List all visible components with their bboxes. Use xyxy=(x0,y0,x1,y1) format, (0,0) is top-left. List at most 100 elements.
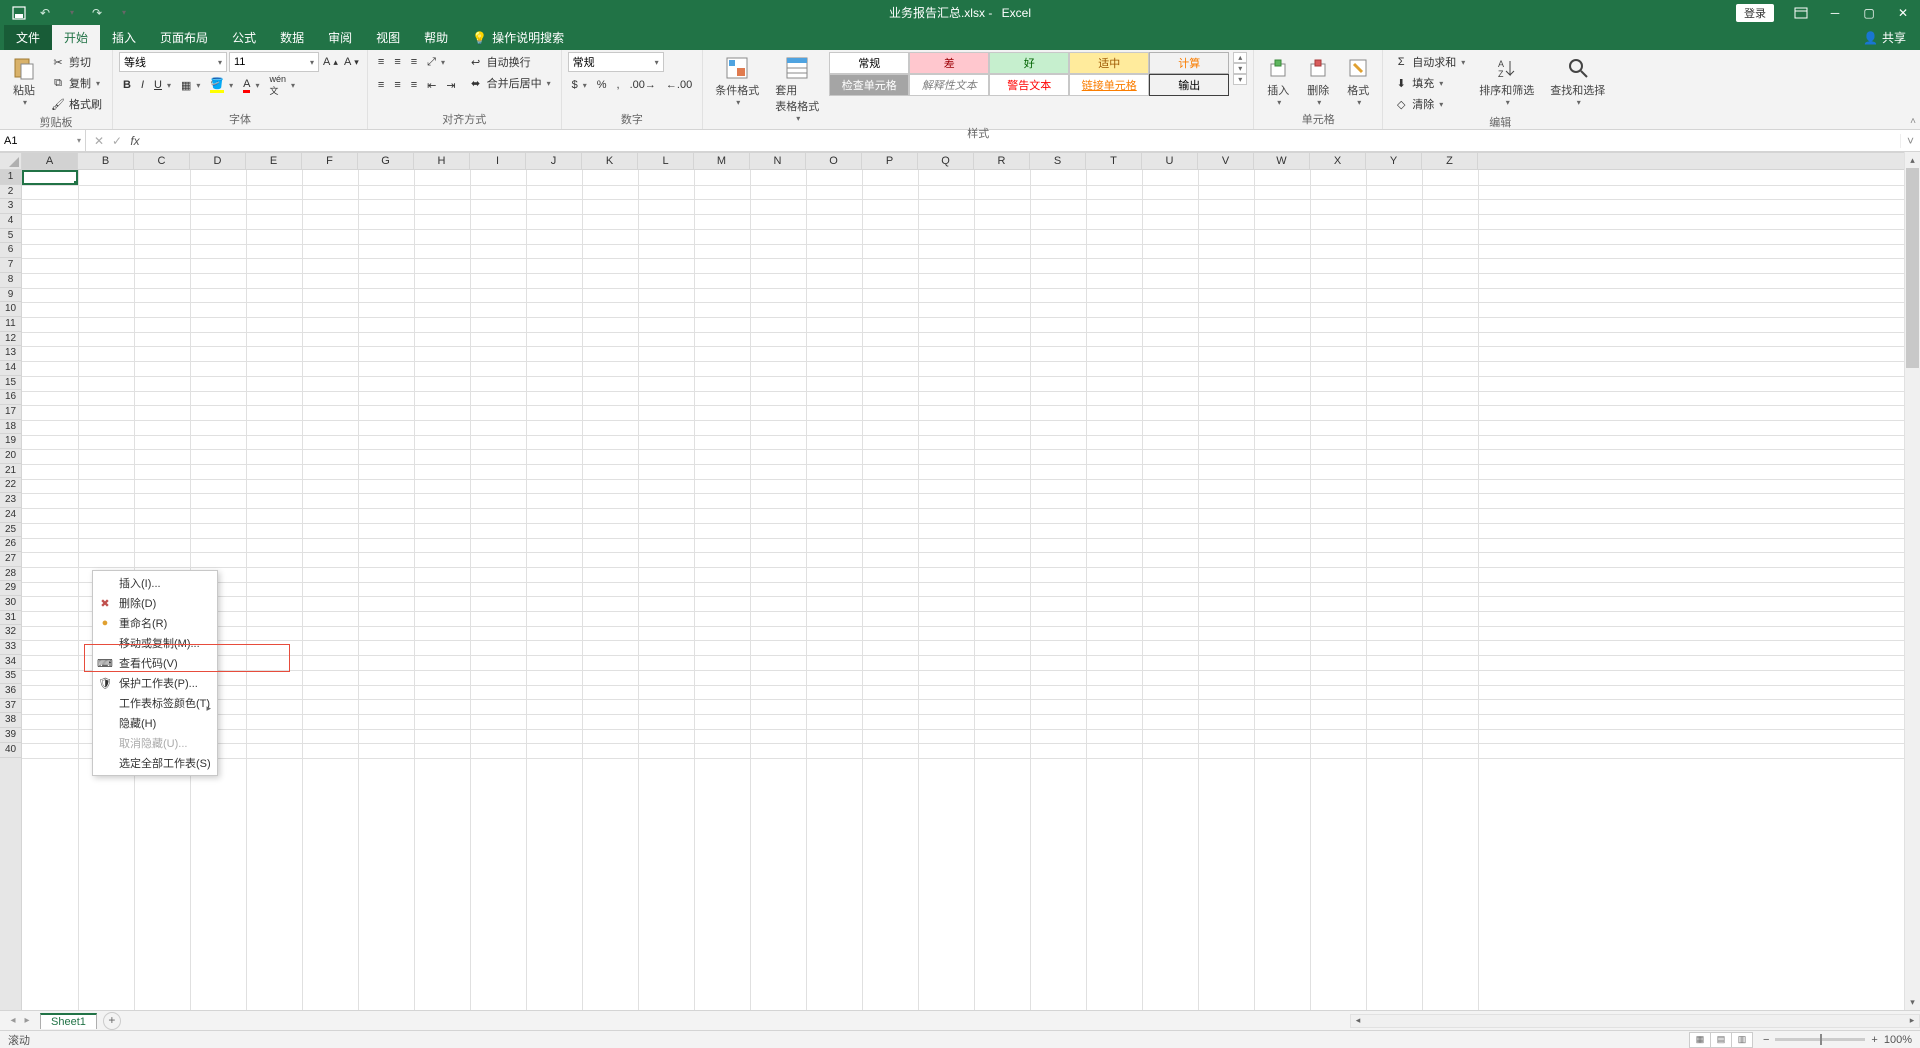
column-header-M[interactable]: M xyxy=(694,153,750,169)
horizontal-scrollbar[interactable]: ◂ ▸ xyxy=(1350,1014,1920,1028)
column-header-Q[interactable]: Q xyxy=(918,153,974,169)
ctx-tab-color[interactable]: 工作表标签颜色(T) xyxy=(93,693,217,713)
column-header-R[interactable]: R xyxy=(974,153,1030,169)
normal-view-button[interactable]: ▦ xyxy=(1689,1032,1711,1048)
find-select-button[interactable]: 查找和选择 xyxy=(1544,52,1611,109)
column-header-H[interactable]: H xyxy=(414,153,470,169)
login-button[interactable]: 登录 xyxy=(1736,4,1774,22)
tab-help[interactable]: 帮助 xyxy=(412,25,460,50)
row-header-17[interactable]: 17 xyxy=(0,405,21,420)
style-output[interactable]: 输出 xyxy=(1149,74,1229,96)
column-header-U[interactable]: U xyxy=(1142,153,1198,169)
vertical-scroll-thumb[interactable] xyxy=(1906,168,1919,368)
column-header-J[interactable]: J xyxy=(526,153,582,169)
row-header-18[interactable]: 18 xyxy=(0,420,21,435)
cell-styles-gallery[interactable]: 常规 差 好 适中 计算 检查单元格 解释性文本 警告文本 链接单元格 输出 xyxy=(829,52,1229,96)
align-bottom[interactable]: ≡ xyxy=(407,52,421,72)
format-painter-button[interactable]: 🖌格式刷 xyxy=(46,94,106,114)
tab-review[interactable]: 审阅 xyxy=(316,25,364,50)
row-header-14[interactable]: 14 xyxy=(0,361,21,376)
new-sheet-button[interactable]: + xyxy=(103,1012,121,1030)
sort-filter-button[interactable]: AZ排序和筛选 xyxy=(1473,52,1540,109)
sheet-nav-next[interactable]: ▸ xyxy=(20,1015,34,1026)
decrease-font-button[interactable]: A▾ xyxy=(342,52,361,72)
minimize-button[interactable]: ─ xyxy=(1818,0,1852,25)
decrease-indent[interactable]: ⇤ xyxy=(423,75,440,95)
maximize-button[interactable]: ▢ xyxy=(1852,0,1886,25)
ctx-rename[interactable]: ●重命名(R) xyxy=(93,613,217,633)
gallery-more[interactable]: ▾ xyxy=(1233,74,1247,85)
decrease-decimal[interactable]: ←.00 xyxy=(662,75,696,95)
tab-home[interactable]: 开始 xyxy=(52,25,100,50)
row-header-31[interactable]: 31 xyxy=(0,611,21,626)
increase-indent[interactable]: ⇥ xyxy=(442,75,459,95)
style-bad[interactable]: 差 xyxy=(909,52,989,74)
row-header-7[interactable]: 7 xyxy=(0,258,21,273)
ctx-select-all-sheets[interactable]: 选定全部工作表(S) xyxy=(93,753,217,773)
column-header-N[interactable]: N xyxy=(750,153,806,169)
column-header-G[interactable]: G xyxy=(358,153,414,169)
ctx-view-code[interactable]: ⌨查看代码(V) xyxy=(93,653,217,673)
row-header-15[interactable]: 15 xyxy=(0,376,21,391)
tab-file[interactable]: 文件 xyxy=(4,25,52,50)
paste-button[interactable]: 粘贴 xyxy=(6,52,42,109)
row-header-8[interactable]: 8 xyxy=(0,273,21,288)
ctx-delete[interactable]: ✖删除(D) xyxy=(93,593,217,613)
underline-button[interactable]: U xyxy=(150,75,175,95)
row-header-30[interactable]: 30 xyxy=(0,596,21,611)
style-neutral[interactable]: 适中 xyxy=(1069,52,1149,74)
share-button[interactable]: 👤 共享 xyxy=(1849,25,1920,50)
row-header-1[interactable]: 1 xyxy=(0,170,21,185)
column-header-I[interactable]: I xyxy=(470,153,526,169)
ribbon-display-options[interactable] xyxy=(1784,0,1818,25)
font-size-combo[interactable]: 11▾ xyxy=(229,52,319,72)
align-top[interactable]: ≡ xyxy=(374,52,388,72)
style-link[interactable]: 链接单元格 xyxy=(1069,74,1149,96)
row-header-6[interactable]: 6 xyxy=(0,243,21,258)
comma-format[interactable]: , xyxy=(613,75,624,95)
row-header-19[interactable]: 19 xyxy=(0,434,21,449)
row-header-40[interactable]: 40 xyxy=(0,743,21,758)
align-middle[interactable]: ≡ xyxy=(390,52,404,72)
tab-insert[interactable]: 插入 xyxy=(100,25,148,50)
cancel-formula-button[interactable]: ✕ xyxy=(90,134,108,148)
scroll-right[interactable]: ▸ xyxy=(1905,1015,1919,1026)
undo-button[interactable]: ↶ xyxy=(34,2,56,24)
enter-formula-button[interactable]: ✓ xyxy=(108,134,126,148)
zoom-out-button[interactable]: − xyxy=(1763,1034,1769,1046)
table-format-button[interactable]: 套用 表格格式 xyxy=(769,52,825,125)
row-header-38[interactable]: 38 xyxy=(0,713,21,728)
column-header-X[interactable]: X xyxy=(1310,153,1366,169)
row-headers[interactable]: 1234567891011121314151617181920212223242… xyxy=(0,170,22,1010)
style-good[interactable]: 好 xyxy=(989,52,1069,74)
fill-color-button[interactable]: 🪣 xyxy=(206,75,237,95)
row-header-3[interactable]: 3 xyxy=(0,199,21,214)
column-header-Z[interactable]: Z xyxy=(1422,153,1478,169)
row-header-36[interactable]: 36 xyxy=(0,684,21,699)
number-format-combo[interactable]: 常规▾ xyxy=(568,52,664,72)
sheet-nav-prev[interactable]: ◂ xyxy=(6,1015,20,1026)
zoom-level[interactable]: 100% xyxy=(1884,1034,1912,1046)
column-header-K[interactable]: K xyxy=(582,153,638,169)
row-header-4[interactable]: 4 xyxy=(0,214,21,229)
column-header-T[interactable]: T xyxy=(1086,153,1142,169)
redo-button[interactable]: ↷ xyxy=(86,2,108,24)
row-header-26[interactable]: 26 xyxy=(0,537,21,552)
row-header-22[interactable]: 22 xyxy=(0,478,21,493)
column-header-F[interactable]: F xyxy=(302,153,358,169)
row-header-34[interactable]: 34 xyxy=(0,655,21,670)
italic-button[interactable]: I xyxy=(137,75,148,95)
conditional-format-button[interactable]: 条件格式 xyxy=(709,52,765,109)
column-header-O[interactable]: O xyxy=(806,153,862,169)
row-header-11[interactable]: 11 xyxy=(0,317,21,332)
column-header-L[interactable]: L xyxy=(638,153,694,169)
scroll-up[interactable]: ▴ xyxy=(1905,152,1920,168)
tell-me-search[interactable]: 💡 操作说明搜索 xyxy=(466,25,570,50)
row-header-27[interactable]: 27 xyxy=(0,552,21,567)
sheet-tab-sheet1[interactable]: Sheet1 xyxy=(40,1013,97,1029)
expand-formula-bar[interactable]: ˅ xyxy=(1900,134,1920,148)
page-layout-view-button[interactable]: ▤ xyxy=(1710,1032,1732,1048)
format-cells-button[interactable]: 格式 xyxy=(1340,52,1376,109)
ctx-hide[interactable]: 隐藏(H) xyxy=(93,713,217,733)
increase-decimal[interactable]: .00→ xyxy=(626,75,660,95)
